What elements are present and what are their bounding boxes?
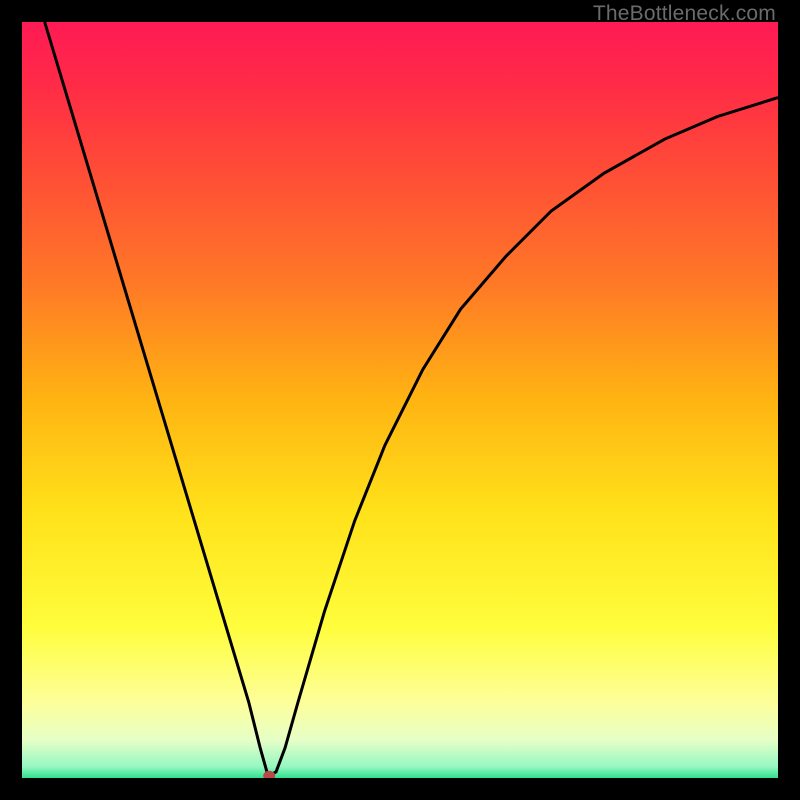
chart-background xyxy=(22,22,778,778)
bottleneck-chart-svg xyxy=(22,22,778,778)
chart-frame xyxy=(22,22,778,778)
